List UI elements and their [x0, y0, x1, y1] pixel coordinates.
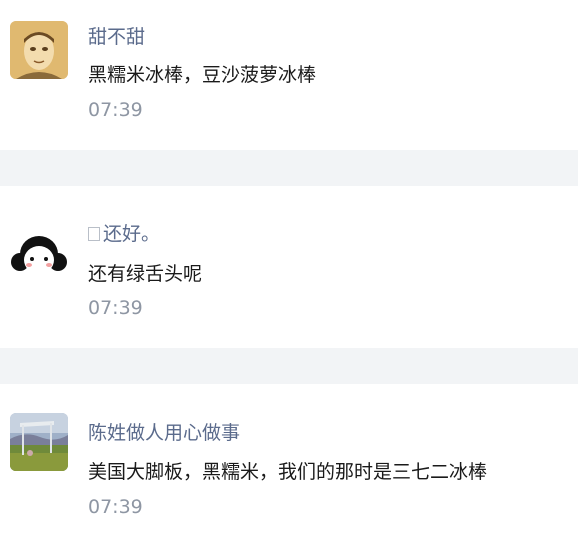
comment-text: 还有绿舌头呢 [88, 263, 203, 285]
divider [0, 150, 578, 186]
avatar[interactable] [10, 21, 68, 79]
comment-time: 07:39 [88, 99, 143, 121]
comment-time: 07:39 [88, 496, 143, 518]
comment-item: 陈姓做人用心做事 美国大脚板，黑糯米，我们的那时是三七二冰棒 07:39 [0, 384, 578, 552]
comment-item: 还好。 还有绿舌头呢 07:39 [0, 186, 578, 348]
comment-author[interactable]: 陈姓做人用心做事 [88, 418, 240, 445]
missing-glyph-icon [88, 227, 100, 241]
comment-author[interactable]: 还好。 [88, 219, 160, 246]
comment-item: 甜不甜 黑糯米冰棒，豆沙菠萝冰棒 07:39 [0, 0, 578, 150]
avatar[interactable] [10, 224, 68, 282]
man-portrait-icon [10, 21, 68, 79]
comment-time: 07:39 [88, 297, 143, 319]
cartoon-girl-icon [10, 224, 68, 282]
comment-author[interactable]: 甜不甜 [88, 22, 145, 49]
landscape-photo-icon [10, 413, 68, 471]
comment-author-text: 还好。 [103, 223, 161, 245]
comment-text: 美国大脚板，黑糯米，我们的那时是三七二冰棒 [88, 461, 488, 483]
divider [0, 348, 578, 384]
avatar[interactable] [10, 413, 68, 471]
comment-text: 黑糯米冰棒，豆沙菠萝冰棒 [88, 64, 317, 86]
